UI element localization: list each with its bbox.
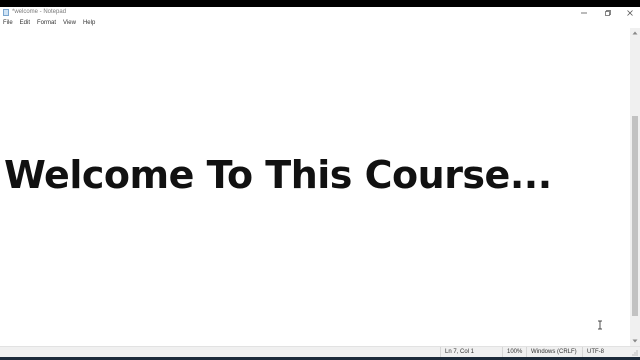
scroll-up-button[interactable] (630, 28, 640, 38)
chevron-up-icon (632, 31, 638, 35)
title-bar[interactable]: *welcome - Notepad (0, 7, 640, 19)
resize-grip-icon[interactable] (631, 349, 638, 356)
line-ending: Windows (CRLF) (526, 347, 582, 357)
menu-help[interactable]: Help (83, 19, 95, 28)
menu-view[interactable]: View (63, 19, 76, 28)
ibeam-cursor-icon (598, 320, 602, 330)
window-title: *welcome - Notepad (12, 9, 67, 15)
vertical-scrollbar[interactable] (630, 28, 640, 346)
close-button[interactable] (622, 7, 638, 19)
scroll-down-button[interactable] (630, 336, 640, 346)
minimize-button[interactable] (576, 7, 592, 19)
close-icon (627, 10, 633, 16)
minimize-icon (581, 12, 587, 14)
scrollbar-thumb[interactable] (632, 116, 638, 316)
cursor-position: Ln 7, Col 1 (440, 347, 502, 357)
text-editor-area[interactable]: Welcome To This Course... (0, 28, 630, 346)
menu-bar: File Edit Format View Help (0, 19, 640, 28)
menu-format[interactable]: Format (37, 19, 56, 28)
status-bar: Ln 7, Col 1 100% Windows (CRLF) UTF-8 (0, 346, 640, 357)
editor-text: Welcome To This Course... (4, 153, 552, 197)
encoding: UTF-8 (582, 347, 628, 357)
menu-file[interactable]: File (3, 19, 13, 28)
chevron-down-icon (632, 339, 638, 343)
zoom-level: 100% (502, 347, 526, 357)
notepad-window: *welcome - Notepad File Edit Format View… (0, 7, 640, 357)
maximize-icon (605, 10, 611, 16)
maximize-button[interactable] (600, 7, 616, 19)
menu-edit[interactable]: Edit (20, 19, 30, 28)
notepad-icon (3, 9, 9, 16)
